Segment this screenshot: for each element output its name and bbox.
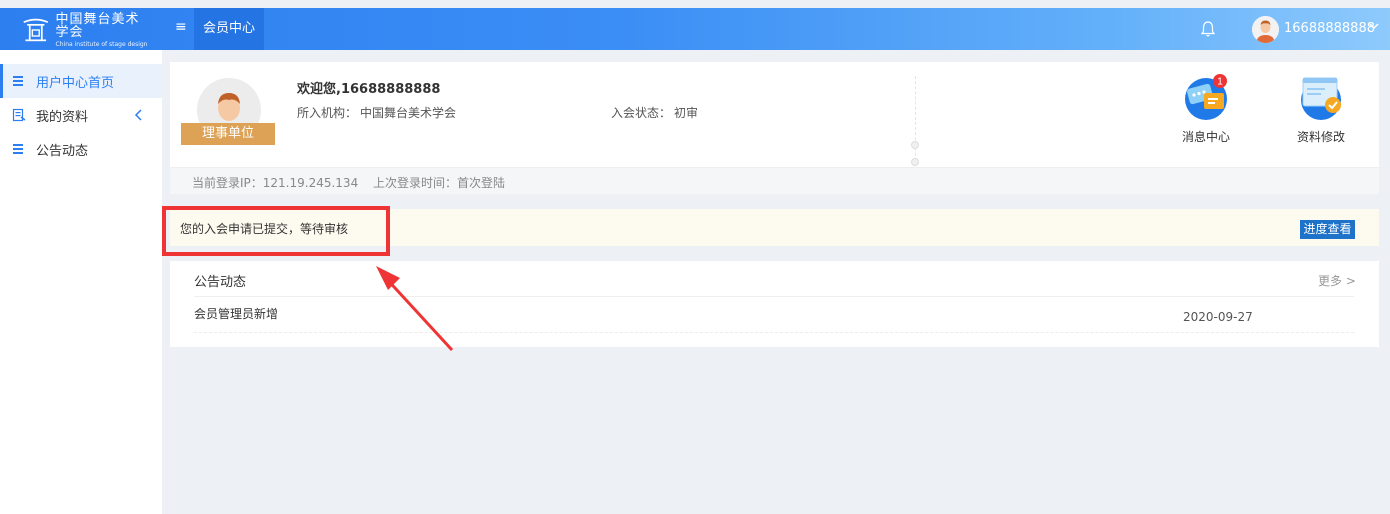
avatar-icon	[1252, 16, 1279, 43]
menu-toggle-icon[interactable]: ≡	[175, 19, 187, 35]
view-progress-button[interactable]: 进度查看	[1300, 220, 1355, 239]
logo-chinese: 中国舞台美术学会	[55, 11, 140, 40]
divider-dot	[911, 141, 919, 149]
sidebar-item-home[interactable]: 用户中心首页	[0, 64, 162, 98]
logo-icon	[23, 18, 49, 42]
last-login-time: 上次登录时间：首次登陆	[373, 176, 506, 190]
chevron-down-icon[interactable]	[1368, 20, 1380, 32]
announcements-card: 公告动态 更多 > 会员管理员新增 2020-09-27	[170, 261, 1379, 347]
document-icon	[12, 108, 26, 122]
quick-link-label: 消息中心	[1181, 130, 1230, 144]
announcements-title: 公告动态	[194, 275, 247, 290]
institution-label: 所入机构：	[297, 106, 358, 120]
sidebar-item-label: 我的资料	[36, 109, 89, 125]
list-icon	[13, 144, 23, 154]
divider-dot	[911, 158, 919, 166]
bell-icon[interactable]	[1199, 20, 1217, 38]
announcement-title[interactable]: 会员管理员新增	[194, 305, 278, 322]
quick-link-message-center[interactable]: 1 消息中心	[1170, 72, 1242, 145]
divider	[915, 76, 916, 166]
more-link[interactable]: 更多 >	[1318, 272, 1356, 289]
welcome-text: 欢迎您,16688888888	[297, 82, 441, 97]
logo-english: China institute of stage design	[55, 40, 148, 48]
sidebar-item-my-profile[interactable]: 我的资料	[0, 98, 162, 132]
announcement-date: 2020-09-27	[1183, 310, 1253, 324]
message-badge: 1	[1217, 77, 1223, 88]
quick-link-label: 资料修改	[1296, 130, 1345, 144]
status-label: 入会状态：	[611, 106, 672, 120]
nav-tab-member-center[interactable]: 会员中心	[194, 8, 265, 50]
list-icon	[13, 76, 23, 86]
sidebar-item-announcements[interactable]: 公告动态	[0, 132, 162, 166]
status-value: 初审	[674, 106, 699, 120]
role-badge: 理事单位	[181, 123, 275, 145]
profile-card: 理事单位 欢迎您,16688888888 所入机构： 中国舞台美术学会 入会状态…	[170, 62, 1379, 194]
list-item[interactable]: 会员管理员新增 2020-09-27	[194, 299, 1354, 333]
site-logo[interactable]: 中国舞台美术学会 China institute of stage design	[22, 11, 152, 48]
top-header: 中国舞台美术学会 China institute of stage design…	[0, 8, 1390, 50]
chevron-left-icon[interactable]	[134, 109, 144, 121]
user-name[interactable]: 16688888888	[1284, 21, 1375, 36]
institution-value: 中国舞台美术学会	[360, 106, 457, 120]
user-avatar[interactable]	[1252, 16, 1279, 43]
message-center-icon: 1	[1185, 74, 1227, 120]
sidebar-item-label: 用户中心首页	[36, 75, 115, 91]
current-ip: 当前登录IP：121.19.245.134	[192, 176, 359, 190]
login-info-bar: 当前登录IP：121.19.245.134 上次登录时间：首次登陆	[170, 167, 1379, 194]
quick-link-profile-edit[interactable]: 资料修改	[1285, 72, 1357, 145]
sidebar-item-label: 公告动态	[36, 143, 89, 159]
highlight-annotation	[162, 206, 390, 256]
profile-edit-icon	[1301, 77, 1341, 120]
divider	[194, 296, 1354, 297]
sidebar: 用户中心首页 我的资料 公告动态	[0, 50, 162, 514]
arrow-annotation-icon	[376, 266, 454, 352]
